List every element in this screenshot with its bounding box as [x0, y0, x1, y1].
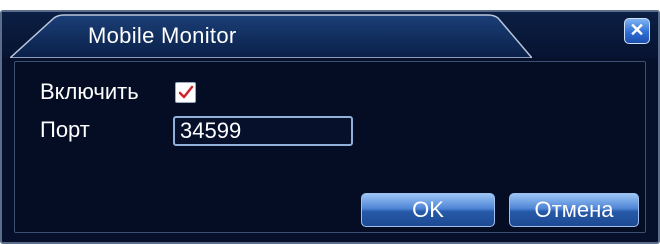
mobile-monitor-dialog: Mobile Monitor ✕ Включить Порт OK Отмена [0, 10, 660, 244]
checkmark-icon [178, 85, 194, 99]
title-tab: Mobile Monitor [10, 14, 532, 58]
enable-checkbox[interactable] [175, 82, 196, 103]
title-bar: Mobile Monitor ✕ [2, 12, 658, 58]
port-input[interactable] [173, 116, 353, 146]
settings-panel: Включить Порт OK Отмена [14, 61, 646, 233]
top-strip [0, 0, 660, 10]
port-label: Порт [40, 117, 90, 142]
enable-label: Включить [40, 79, 139, 104]
ok-button[interactable]: OK [361, 193, 495, 227]
close-button[interactable]: ✕ [624, 18, 650, 44]
dialog-title: Mobile Monitor [88, 23, 237, 48]
close-icon: ✕ [629, 20, 645, 40]
cancel-button[interactable]: Отмена [509, 193, 639, 227]
